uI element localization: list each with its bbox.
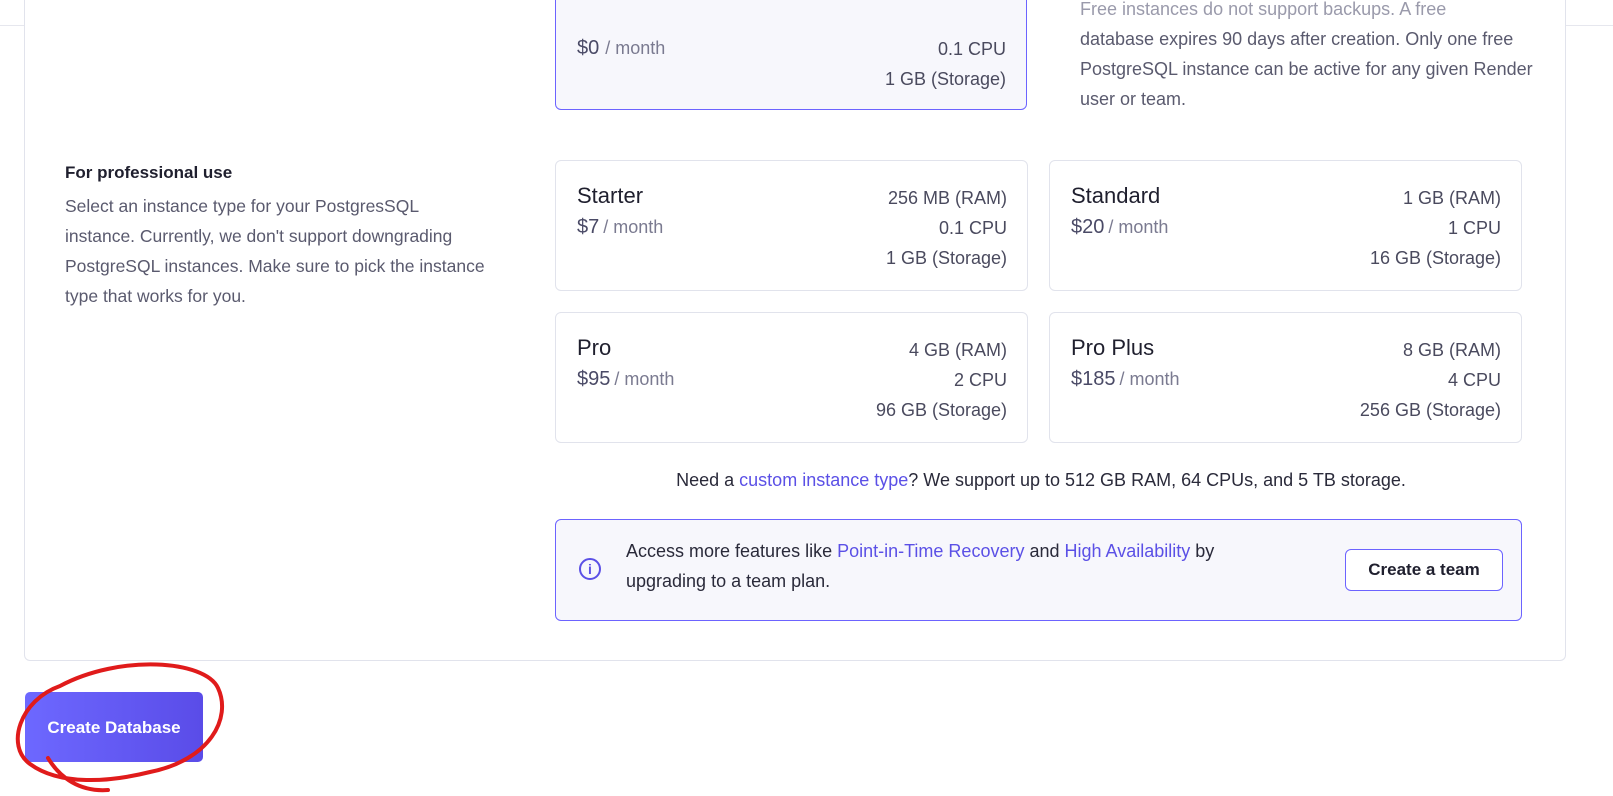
plan-price-period: / month: [614, 369, 675, 389]
custom-instance-link[interactable]: custom instance type: [739, 470, 908, 490]
plan-specs: 8 GB (RAM) 4 CPU 256 GB (Storage): [1360, 335, 1501, 425]
plan-price: $7/ month: [577, 216, 663, 239]
team-upgrade-text: Access more features like Point-in-Time …: [626, 536, 1246, 596]
plan-price-value: $95: [577, 368, 611, 390]
team-upgrade-callout: i Access more features like Point-in-Tim…: [555, 519, 1522, 621]
plan-name: Pro Plus: [1071, 335, 1155, 360]
plan-card-free[interactable]: $0/ month 0.1 CPU 1 GB (Storage): [555, 0, 1027, 110]
plan-card-starter[interactable]: Starter $7/ month 256 MB (RAM) 0.1 CPU 1…: [555, 160, 1028, 291]
create-team-button[interactable]: Create a team: [1345, 549, 1503, 591]
plan-card-standard[interactable]: Standard $20/ month 1 GB (RAM) 1 CPU 16 …: [1049, 160, 1522, 291]
plan-specs: 4 GB (RAM) 2 CPU 96 GB (Storage): [876, 335, 1007, 425]
plan-price-value: $7: [577, 216, 600, 238]
callout-text: Access more features like: [626, 541, 838, 561]
callout-text: and: [1024, 541, 1065, 561]
plan-spec-cpu: 0.1 CPU: [937, 39, 1006, 59]
plan-spec-storage: 96 GB (Storage): [875, 400, 1007, 420]
plan-spec-ram: 4 GB (RAM): [908, 340, 1007, 360]
plan-price-value: $185: [1071, 368, 1116, 390]
plan-card-pro[interactable]: Pro $95/ month 4 GB (RAM) 2 CPU 96 GB (S…: [555, 312, 1028, 443]
plan-spec-ram: 256 MB (RAM): [887, 188, 1007, 208]
plan-specs: 1 GB (RAM) 1 CPU 16 GB (Storage): [1370, 183, 1501, 273]
plan-spec-ram: 8 GB (RAM): [1402, 340, 1501, 360]
info-icon: i: [579, 558, 601, 580]
section-description: Select an instance type for your Postgre…: [65, 196, 485, 306]
plan-price-period: / month: [1108, 217, 1169, 237]
plan-specs: 256 MB (RAM) 0.1 CPU 1 GB (Storage): [886, 183, 1007, 273]
pitr-link[interactable]: Point-in-Time Recovery: [837, 541, 1024, 561]
plan-spec-cpu: 4 CPU: [1447, 370, 1501, 390]
plan-spec-cpu: 1 CPU: [1447, 218, 1501, 238]
plan-price-value: $0: [577, 37, 600, 59]
plan-name: Pro: [577, 335, 612, 360]
plan-spec-storage: 16 GB (Storage): [1369, 248, 1501, 268]
plan-spec-cpu: 0.1 CPU: [938, 218, 1007, 238]
plan-price-period: / month: [1119, 369, 1180, 389]
plan-spec-cpu: 2 CPU: [953, 370, 1007, 390]
plan-spec-storage: 1 GB (Storage): [885, 248, 1007, 268]
plan-spec-storage: 256 GB (Storage): [1359, 400, 1501, 420]
section-title: For professional use: [65, 163, 233, 182]
high-availability-link[interactable]: High Availability: [1065, 541, 1191, 561]
custom-note-suffix: ? We support up to 512 GB RAM, 64 CPUs, …: [908, 470, 1406, 490]
custom-instance-note: Need a custom instance type? We support …: [555, 470, 1527, 491]
plan-price-value: $20: [1071, 216, 1105, 238]
plan-price: $185/ month: [1071, 368, 1180, 391]
plan-name: Standard: [1071, 183, 1161, 208]
plan-card-pro-plus[interactable]: Pro Plus $185/ month 8 GB (RAM) 4 CPU 25…: [1049, 312, 1522, 443]
plan-spec-storage: 1 GB (Storage): [884, 69, 1006, 89]
plan-price: $0/ month: [577, 37, 665, 60]
plan-price: $95/ month: [577, 368, 674, 391]
plan-price-period: / month: [605, 38, 666, 58]
free-plan-note-top: Free instances do not support backups. A…: [1080, 0, 1447, 19]
free-plan-note: Free instances do not support backups. A…: [1080, 0, 1540, 114]
custom-note-prefix: Need a: [676, 470, 740, 490]
plan-name: Starter: [577, 183, 644, 208]
create-database-button[interactable]: Create Database: [25, 692, 203, 762]
plan-specs: 0.1 CPU 1 GB (Storage): [885, 34, 1006, 94]
plan-price-period: / month: [603, 217, 664, 237]
plan-price: $20/ month: [1071, 216, 1168, 239]
plan-spec-ram: 1 GB (RAM): [1402, 188, 1501, 208]
free-plan-note-text: database expires 90 days after creation.…: [1080, 29, 1533, 109]
